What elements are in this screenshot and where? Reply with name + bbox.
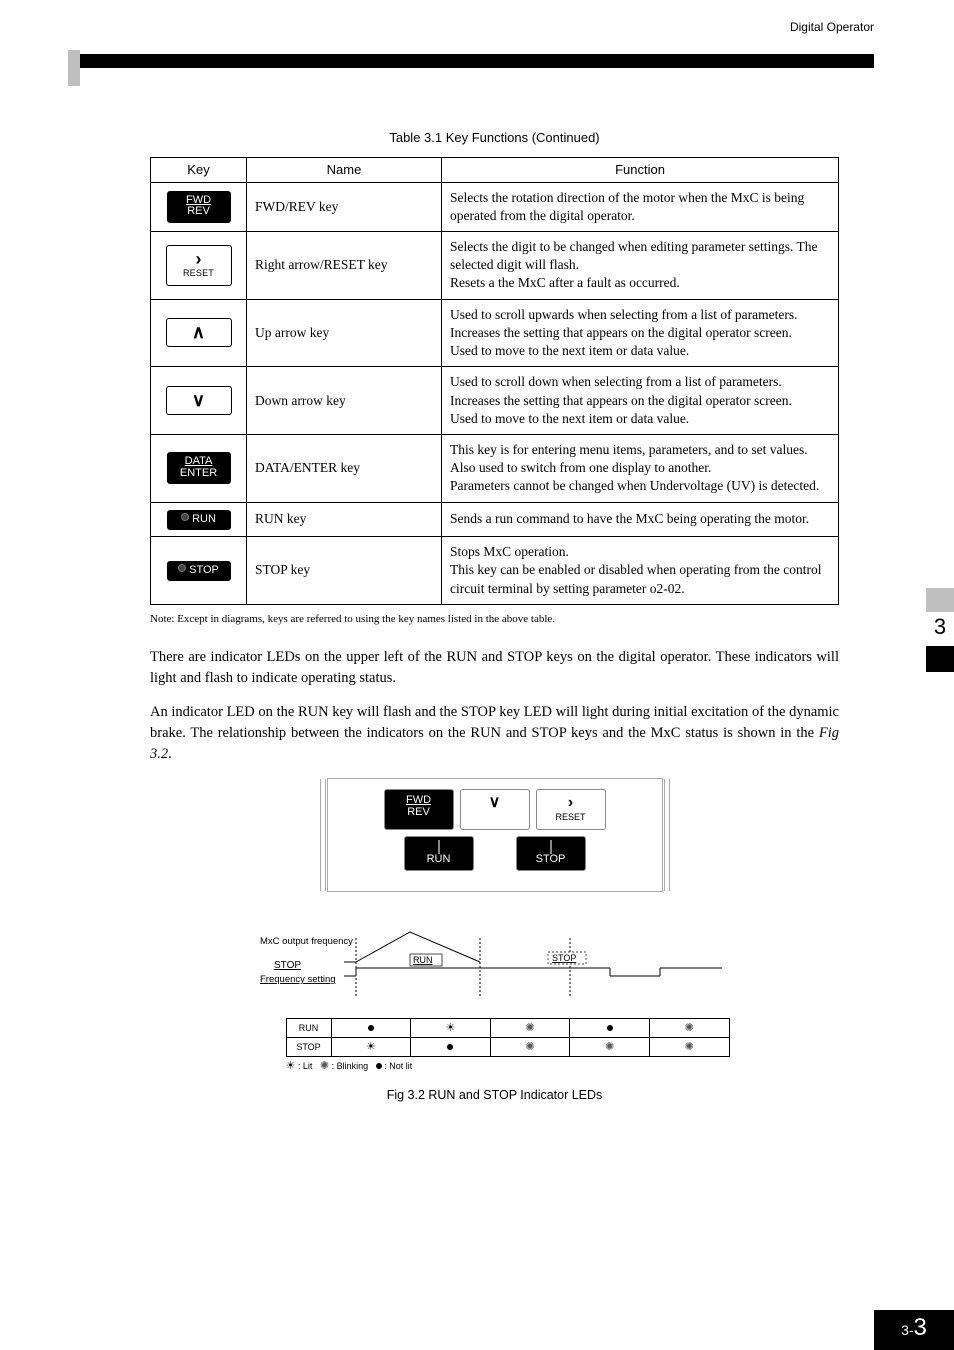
name-cell: Down arrow key: [247, 367, 442, 435]
name-cell: Up arrow key: [247, 299, 442, 367]
headband-bar: [80, 54, 874, 68]
timing-figure: MxC output frequency STOP Frequency sett…: [260, 924, 730, 1072]
function-cell: Sends a run command to have the MxC bein…: [442, 502, 839, 537]
key-icon: ›RESET: [166, 245, 232, 286]
function-cell: Used to scroll upwards when selecting fr…: [442, 299, 839, 367]
key-icon: FWDREV: [167, 191, 231, 223]
keypad-key: ›RESET: [536, 789, 606, 830]
table-row: STOP STOP keyStops MxC operation.This key…: [151, 537, 839, 605]
side-tab: 3: [926, 588, 954, 672]
footer-prefix: 3-: [901, 1322, 913, 1338]
footer-page: 3: [914, 1314, 927, 1342]
key-cell: DATAENTER: [151, 434, 247, 502]
name-cell: Right arrow/RESET key: [247, 231, 442, 299]
col-key: Key: [151, 158, 247, 183]
page-footer: 3-3: [874, 1310, 954, 1350]
key-cell: FWDREV: [151, 182, 247, 231]
table-row: DATAENTER DATA/ENTER keyThis key is for e…: [151, 434, 839, 502]
name-cell: RUN key: [247, 502, 442, 537]
name-cell: FWD/REV key: [247, 182, 442, 231]
key-cell: ∨: [151, 367, 247, 435]
table-note: Note: Except in diagrams, keys are refer…: [150, 613, 839, 625]
function-cell: Selects the digit to be changed when edi…: [442, 231, 839, 299]
key-icon: RUN: [167, 510, 231, 531]
key-cell: ›RESET: [151, 231, 247, 299]
col-name: Name: [247, 158, 442, 183]
led-row-run-label: RUN: [286, 1018, 331, 1037]
body-text: There are indicator LEDs on the upper le…: [150, 647, 839, 765]
keypad-key: STOP: [516, 836, 586, 871]
keypad-key: FWDREV: [384, 789, 454, 830]
function-cell: Stops MxC operation.This key can be enab…: [442, 537, 839, 605]
page-content: Table 3.1 Key Functions (Continued) Key …: [150, 130, 839, 1102]
keypad-figure: FWDREV∨›RESET RUN STOP: [327, 778, 663, 892]
keypad-key: RUN: [404, 836, 474, 871]
table-row: ›RESET Right arrow/RESET keySelects the d…: [151, 231, 839, 299]
svg-text:Frequency setting: Frequency setting: [260, 974, 336, 985]
running-head: Digital Operator: [790, 20, 874, 34]
chapter-number: 3: [926, 612, 954, 646]
name-cell: DATA/ENTER key: [247, 434, 442, 502]
table-row: RUN RUN keySends a run command to have th…: [151, 502, 839, 537]
svg-text:RUN: RUN: [413, 955, 433, 965]
function-cell: Used to scroll down when selecting from …: [442, 367, 839, 435]
key-icon: ∨: [166, 386, 232, 415]
output-freq-label: MxC output frequency: [260, 936, 353, 947]
table-row: ∨ Down arrow keyUsed to scroll down when …: [151, 367, 839, 435]
key-cell: RUN: [151, 502, 247, 537]
paragraph-1: There are indicator LEDs on the upper le…: [150, 647, 839, 689]
table-caption: Table 3.1 Key Functions (Continued): [150, 130, 839, 145]
paragraph-2: An indicator LED on the RUN key will fla…: [150, 702, 839, 765]
key-cell: ∧: [151, 299, 247, 367]
key-cell: STOP: [151, 537, 247, 605]
key-icon: DATAENTER: [167, 452, 231, 484]
led-legend: ☀ : Lit ✺ : Blinking : Not lit: [286, 1059, 730, 1072]
col-function: Function: [442, 158, 839, 183]
figure-caption: Fig 3.2 RUN and STOP Indicator LEDs: [150, 1088, 839, 1102]
function-cell: Selects the rotation direction of the mo…: [442, 182, 839, 231]
headband-tag: [68, 50, 80, 86]
table-row: FWDREV FWD/REV keySelects the rotation di…: [151, 182, 839, 231]
timing-svg: MxC output frequency STOP Frequency sett…: [260, 924, 730, 1014]
function-cell: This key is for entering menu items, par…: [442, 434, 839, 502]
name-cell: STOP key: [247, 537, 442, 605]
key-icon: ∧: [166, 318, 232, 347]
keypad-key: ∨: [460, 789, 530, 830]
svg-text:STOP: STOP: [274, 960, 301, 971]
led-state-table: RUN ☀✺✺ STOP ☀✺✺✺: [286, 1018, 730, 1057]
table-row: ∧ Up arrow keyUsed to scroll upwards when…: [151, 299, 839, 367]
key-functions-table: Key Name Function FWDREV FWD/REV keySelec…: [150, 157, 839, 605]
key-icon: STOP: [167, 561, 231, 582]
svg-text:STOP: STOP: [552, 953, 576, 963]
led-row-stop-label: STOP: [286, 1037, 331, 1056]
